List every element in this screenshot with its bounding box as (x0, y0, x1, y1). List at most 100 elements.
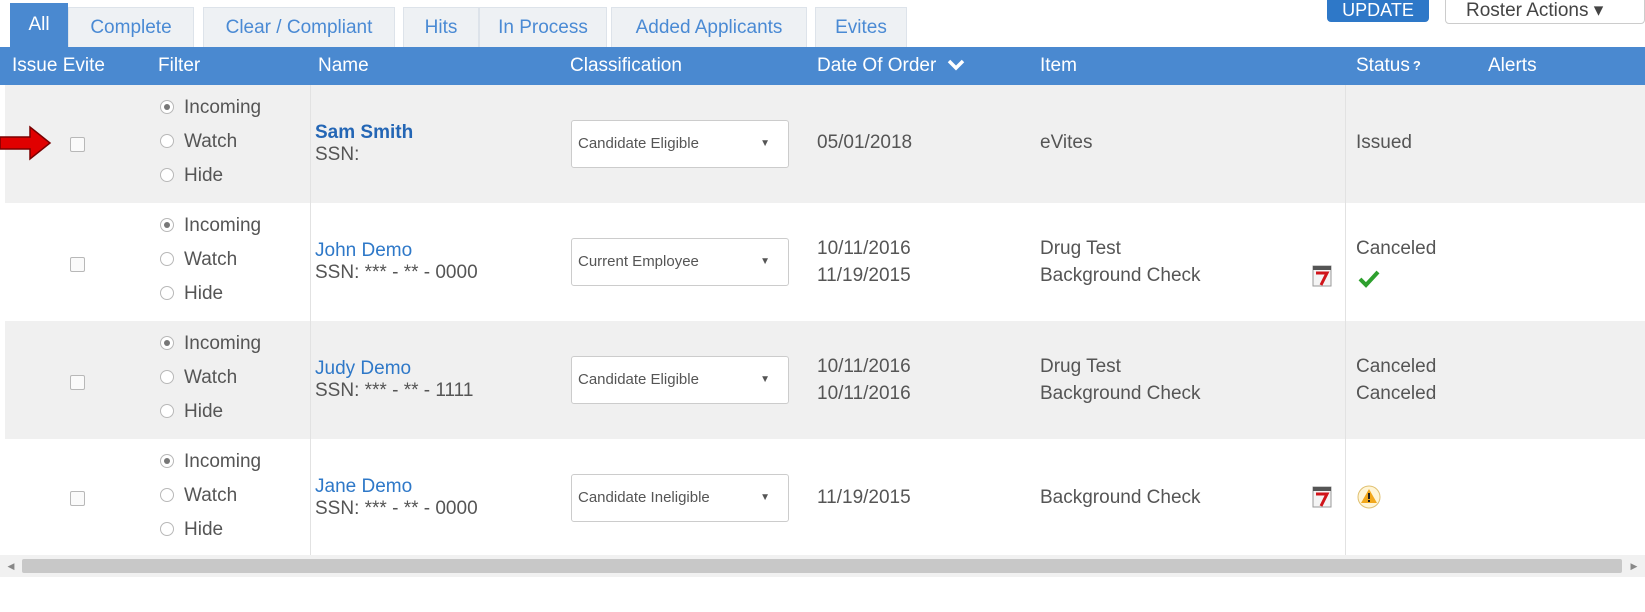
classification-value: Current Employee (578, 253, 699, 270)
scrollbar-thumb[interactable] (22, 559, 1622, 573)
applicant-info: Sam Smith SSN: (315, 122, 413, 166)
column-alerts: Alerts (1488, 55, 1537, 76)
column-item[interactable]: Item (1040, 47, 1077, 85)
filter-watch-label: Watch (184, 367, 238, 388)
tab-clear-compliant[interactable]: Clear / Compliant (203, 7, 395, 47)
classification-select[interactable]: Candidate Ineligible ▼ (571, 474, 789, 522)
table-row: Incoming Watch Hide Jane Demo SSN: *** -… (5, 439, 1645, 555)
radio-button[interactable] (160, 286, 174, 300)
order-date: 11/19/2015 (817, 487, 911, 508)
filter-watch-option[interactable]: Watch (160, 361, 261, 395)
issue-evite-checkbox[interactable] (70, 375, 85, 390)
column-divider (310, 439, 311, 555)
applicant-name-link[interactable]: Sam Smith (315, 122, 413, 144)
scroll-right-icon[interactable]: ▶ (1623, 555, 1645, 577)
issue-evite-checkbox[interactable] (70, 137, 85, 152)
filter-incoming-option[interactable]: Incoming (160, 445, 261, 479)
filter-incoming-option[interactable]: Incoming (160, 327, 261, 361)
radio-button[interactable] (160, 336, 174, 350)
radio-button[interactable] (160, 218, 174, 232)
tab-in-process[interactable]: In Process (479, 7, 607, 47)
radio-button[interactable] (160, 370, 174, 384)
scroll-left-icon[interactable]: ◀ (0, 555, 22, 577)
table-row: Incoming Watch Hide Judy Demo SSN: *** -… (5, 321, 1645, 439)
filter-incoming-label: Incoming (184, 97, 262, 118)
filter-hide-option[interactable]: Hide (160, 513, 261, 547)
warning-icon[interactable] (1357, 485, 1381, 509)
filter-radio-group: Incoming Watch Hide (160, 209, 261, 311)
order-item: Drug Test (1040, 356, 1121, 377)
filter-hide-option[interactable]: Hide (160, 277, 261, 311)
table-header: Issue Evite Filter Name Classification D… (0, 47, 1645, 85)
filter-incoming-label: Incoming (184, 333, 262, 354)
red-arrow-icon (0, 125, 52, 161)
column-divider (310, 203, 311, 321)
filter-hide-option[interactable]: Hide (160, 395, 261, 429)
issue-evite-checkbox[interactable] (70, 257, 85, 272)
order-item: eVites (1040, 132, 1093, 153)
filter-watch-label: Watch (184, 131, 238, 152)
filter-watch-option[interactable]: Watch (160, 243, 261, 277)
order-status: Issued (1356, 132, 1412, 153)
filter-incoming-label: Incoming (184, 451, 262, 472)
help-icon[interactable]: ? (1413, 58, 1421, 73)
classification-select[interactable]: Candidate Eligible ▼ (571, 120, 789, 168)
radio-button[interactable] (160, 100, 174, 114)
filter-hide-option[interactable]: Hide (160, 159, 261, 193)
pdf-report-icon[interactable] (1312, 486, 1332, 508)
applicant-ssn: SSN: (315, 144, 360, 165)
filter-watch-option[interactable]: Watch (160, 479, 261, 513)
table-row: Incoming Watch Hide John Demo SSN: *** -… (5, 203, 1645, 321)
filter-watch-option[interactable]: Watch (160, 125, 261, 159)
filter-incoming-option[interactable]: Incoming (160, 91, 261, 125)
issue-evite-checkbox[interactable] (70, 491, 85, 506)
horizontal-scrollbar[interactable]: ◀ ▶ (0, 555, 1645, 577)
applicant-ssn: SSN: *** - ** - 0000 (315, 262, 478, 283)
caret-down-icon: ▼ (760, 256, 770, 267)
order-item: Background Check (1040, 265, 1201, 286)
order-date: 11/19/2015 (817, 265, 911, 286)
classification-select[interactable]: Candidate Eligible ▼ (571, 356, 789, 404)
roster-actions-dropdown[interactable]: Roster Actions ▾ (1445, 0, 1645, 24)
radio-button[interactable] (160, 454, 174, 468)
classification-value: Candidate Eligible (578, 135, 699, 152)
column-divider (310, 321, 311, 439)
order-date: 10/11/2016 (817, 356, 911, 377)
filter-hide-label: Hide (184, 401, 224, 422)
filter-incoming-option[interactable]: Incoming (160, 209, 261, 243)
tab-evites[interactable]: Evites (815, 7, 907, 47)
order-item: Background Check (1040, 383, 1201, 404)
radio-button[interactable] (160, 252, 174, 266)
radio-button[interactable] (160, 134, 174, 148)
order-date: 10/11/2016 (817, 238, 911, 259)
filter-watch-label: Watch (184, 249, 238, 270)
radio-button[interactable] (160, 168, 174, 182)
filter-radio-group: Incoming Watch Hide (160, 91, 261, 193)
tab-hits[interactable]: Hits (403, 7, 479, 47)
applicant-info: Jane Demo SSN: *** - ** - 0000 (315, 476, 478, 520)
filter-hide-label: Hide (184, 519, 224, 540)
column-name[interactable]: Name (318, 47, 369, 85)
applicant-name-link[interactable]: Judy Demo (315, 358, 473, 380)
classification-select[interactable]: Current Employee ▼ (571, 238, 789, 286)
update-button[interactable]: UPDATE (1327, 0, 1429, 22)
order-item: Background Check (1040, 487, 1201, 508)
applicant-name-link[interactable]: Jane Demo (315, 476, 478, 498)
applicant-ssn: SSN: *** - ** - 0000 (315, 498, 478, 519)
tab-complete[interactable]: Complete (68, 7, 194, 47)
radio-button[interactable] (160, 522, 174, 536)
column-status[interactable]: Status? (1356, 47, 1421, 85)
caret-down-icon: ▼ (760, 492, 770, 503)
column-divider (1345, 321, 1346, 439)
column-classification[interactable]: Classification (570, 47, 682, 85)
chevron-down-icon[interactable] (942, 58, 965, 75)
column-filter: Filter (158, 55, 201, 76)
classification-value: Candidate Eligible (578, 371, 699, 388)
radio-button[interactable] (160, 488, 174, 502)
tab-added-applicants[interactable]: Added Applicants (611, 7, 807, 47)
applicant-name-link[interactable]: John Demo (315, 240, 478, 262)
column-date-of-order[interactable]: Date Of Order (817, 47, 965, 86)
radio-button[interactable] (160, 404, 174, 418)
tab-all[interactable]: All (10, 3, 68, 47)
pdf-report-icon[interactable] (1312, 265, 1332, 287)
